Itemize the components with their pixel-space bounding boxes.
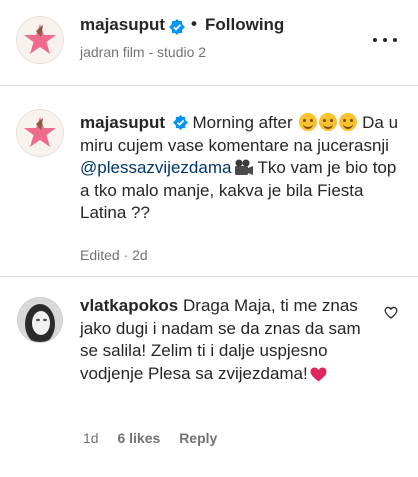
caption-avatar[interactable] <box>16 109 64 157</box>
caption-text-intro: Morning after <box>192 113 293 132</box>
smiling-face-icon <box>319 113 338 131</box>
reply-button[interactable]: Reply <box>179 430 217 446</box>
more-options-icon[interactable] <box>372 30 398 50</box>
following-button[interactable]: Following <box>205 15 284 35</box>
commenter-avatar[interactable] <box>17 297 63 343</box>
caption-username[interactable]: majasuput <box>80 113 165 132</box>
separator-dot: • <box>191 14 197 33</box>
verified-badge-icon <box>169 19 185 35</box>
post-header: majasuput • Following jadran film - stud… <box>0 0 418 86</box>
comment-username[interactable]: vlatkapokos <box>80 296 178 315</box>
verified-badge-icon <box>172 115 188 130</box>
smiling-face-icon <box>339 113 358 131</box>
post-caption: majasuput Morning after Da u miru cujem … <box>0 87 418 277</box>
profile-avatar[interactable] <box>16 16 64 64</box>
comment-age: 1d <box>83 430 99 446</box>
header-username[interactable]: majasuput <box>80 15 165 35</box>
like-heart-icon[interactable] <box>384 306 398 319</box>
comment-item: vlatkapokos Draga Maja, ti me znas jako … <box>0 278 418 477</box>
location-label[interactable]: jadran film - studio 2 <box>80 44 206 60</box>
comment-text: vlatkapokos Draga Maja, ti me znas jako … <box>80 295 380 385</box>
red-heart-icon <box>310 367 327 381</box>
comment-likes-link[interactable]: 6 likes <box>117 430 160 446</box>
caption-mention-link[interactable]: @plessazvijezdama <box>80 158 231 177</box>
caption-meta: Edited · 2d <box>80 247 148 263</box>
movie-camera-icon <box>235 159 254 175</box>
comment-meta: 1d 6 likes Reply <box>83 430 232 446</box>
caption-text: majasuput Morning after Da u miru cujem … <box>80 112 402 225</box>
smiling-face-icon <box>299 113 318 131</box>
